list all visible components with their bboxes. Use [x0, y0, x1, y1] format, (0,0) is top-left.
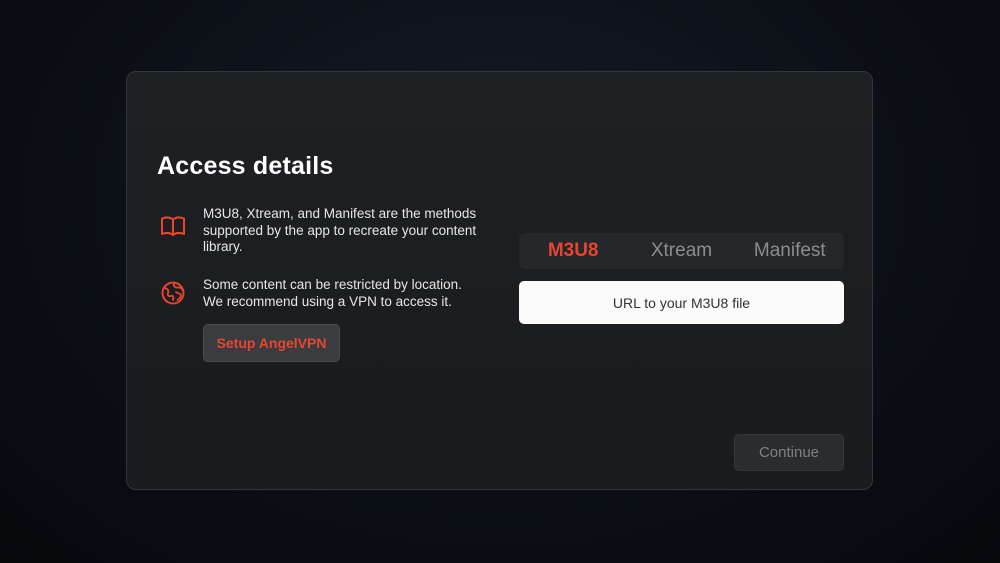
info-row-methods: M3U8, Xtream, and Manifest are the metho…	[159, 206, 483, 256]
access-details-dialog: Access details M3U8, Xtream, and Manifes…	[126, 71, 873, 490]
dialog-title: Access details	[157, 152, 334, 180]
globe-icon	[161, 281, 185, 305]
method-tabs: M3U8 Xtream Manifest	[519, 233, 844, 269]
url-input[interactable]	[519, 281, 844, 324]
info-text-methods: M3U8, Xtream, and Manifest are the metho…	[203, 206, 477, 254]
info-row-location: Some content can be restricted by locati…	[159, 277, 483, 310]
info-text-location: Some content can be restricted by locati…	[203, 277, 462, 309]
tab-m3u8[interactable]: M3U8	[519, 240, 627, 262]
book-icon	[161, 216, 185, 236]
setup-vpn-button[interactable]: Setup AngelVPN	[203, 324, 340, 362]
continue-button[interactable]: Continue	[734, 434, 844, 471]
tab-xtream[interactable]: Xtream	[627, 240, 735, 262]
tab-manifest[interactable]: Manifest	[736, 240, 844, 262]
